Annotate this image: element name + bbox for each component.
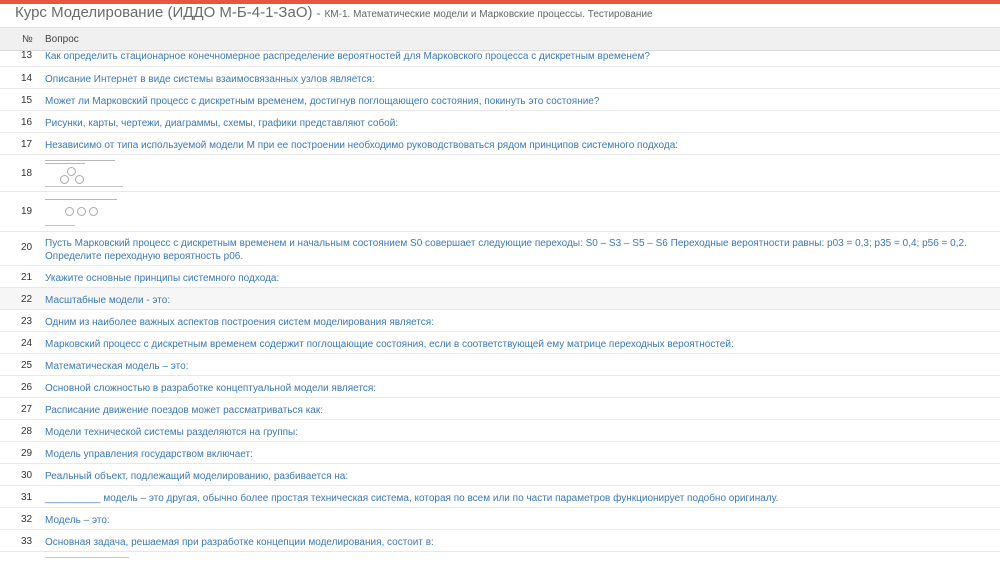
thumbnail-text-line [45,199,117,200]
column-question-header: Вопрос [45,33,79,45]
graph-node-icon [65,207,74,216]
table-row[interactable]: 13 Как определить стационарное конечноме… [0,50,1000,66]
question-link[interactable]: Реальный объект, подлежащий моделировани… [45,470,990,483]
thumbnail-text-line [45,225,75,226]
table-row[interactable]: 31 __________ модель – это другая, обычн… [0,485,1000,507]
table-row[interactable]: 32 Модель – это: [0,507,1000,529]
question-number: 15 [21,95,33,106]
question-number: 23 [21,316,33,327]
question-link[interactable]: Может ли Марковский процесс с дискретным… [45,95,990,108]
table-row[interactable]: 20 Пусть Марковский процесс с дискретным… [0,231,1000,265]
question-link[interactable]: Модель – это: [45,514,990,527]
question-link[interactable]: Математическая модель – это: [45,360,990,373]
question-number: 13 [21,50,33,61]
question-link[interactable]: Модель управления государством включает: [45,448,990,461]
column-number-header: № [22,33,33,45]
table-row-partial [0,551,1000,566]
thumbnail-text-line [45,557,129,558]
question-link[interactable]: Расписание движение поездов может рассма… [45,404,990,417]
question-number: 27 [21,404,33,415]
question-link[interactable]: Пусть Марковский процесс с дискретным вр… [45,237,990,263]
graph-node-icon [77,207,86,216]
question-number: 20 [21,242,33,253]
thumbnail-text-line [45,160,115,161]
question-number: 24 [21,338,33,349]
table-row[interactable]: 30 Реальный объект, подлежащий моделиров… [0,463,1000,485]
table-row[interactable]: 25 Математическая модель – это: [0,353,1000,375]
questions-table: № Вопрос 13 Как определить стационарное … [0,28,1000,558]
table-row[interactable]: 26 Основной сложностью в разработке конц… [0,375,1000,397]
question-number: 31 [21,492,33,503]
table-row[interactable]: 17 Независимо от типа используемой модел… [0,132,1000,154]
table-row[interactable]: 29 Модель управления государством включа… [0,441,1000,463]
table-row[interactable]: 23 Одним из наиболее важных аспектов пос… [0,309,1000,331]
question-image-thumbnail[interactable] [45,157,125,191]
table-row[interactable]: 27 Расписание движение поездов может рас… [0,397,1000,419]
table-row[interactable]: 21 Укажите основные принципы системного … [0,265,1000,287]
question-link[interactable]: Масштабные модели - это: [45,294,990,307]
table-row[interactable]: 15 Может ли Марковский процесс с дискрет… [0,88,1000,110]
title-separator: - [316,6,321,20]
question-number: 25 [21,360,33,371]
question-number: 14 [21,73,33,84]
question-link[interactable]: Укажите основные принципы системного под… [45,272,990,285]
table-row[interactable]: 28 Модели технической системы разделяютс… [0,419,1000,441]
question-link[interactable]: Основной сложностью в разработке концепт… [45,382,990,395]
question-link[interactable]: Модели технической системы разделяются н… [45,426,990,439]
question-number: 29 [21,448,33,459]
test-subtitle: КМ-1. Математические модели и Марковские… [324,9,653,20]
question-link[interactable]: Независимо от типа используемой модели М… [45,139,990,152]
table-row[interactable]: 22 Масштабные модели - это: [0,287,1000,309]
question-number: 16 [21,117,33,128]
question-number: 18 [21,168,33,179]
table-row[interactable]: 19 [0,191,1000,231]
table-row[interactable]: 33 Основная задача, решаемая при разрабо… [0,529,1000,551]
question-link[interactable]: Как определить стационарное конечномерно… [45,50,990,63]
question-number: 26 [21,382,33,393]
question-link[interactable]: Рисунки, карты, чертежи, диаграммы, схем… [45,117,990,130]
question-number: 17 [21,139,33,150]
question-image-thumbnail[interactable] [45,195,125,229]
graph-node-icon [75,175,84,184]
table-row[interactable]: 24 Марковский процесс с дискретным време… [0,331,1000,353]
table-row[interactable]: 18 [0,154,1000,191]
graph-node-icon [60,175,69,184]
graph-node-icon [67,167,76,176]
question-number: 30 [21,470,33,481]
question-number: 22 [21,294,33,305]
question-link[interactable]: __________ модель – это другая, обычно б… [45,492,990,505]
question-number: 19 [21,206,33,217]
question-number: 33 [21,536,33,547]
table-row[interactable]: 16 Рисунки, карты, чертежи, диаграммы, с… [0,110,1000,132]
question-image-thumbnail [45,556,129,560]
question-number: 28 [21,426,33,437]
table-header: № Вопрос [0,28,1000,51]
course-title: Курс Моделирование (ИДДО М-Б-4-1-ЗаО) [15,4,313,21]
question-link[interactable]: Марковский процесс с дискретным временем… [45,338,990,351]
question-number: 32 [21,514,33,525]
table-body: 13 Как определить стационарное конечноме… [0,50,1000,566]
graph-node-icon [89,207,98,216]
question-link[interactable]: Основная задача, решаемая при разработке… [45,536,990,549]
thumbnail-text-line [45,163,85,164]
question-link[interactable]: Описание Интернет в виде системы взаимос… [45,73,990,86]
question-number: 21 [21,272,33,283]
question-link[interactable]: Одним из наиболее важных аспектов постро… [45,316,990,329]
page-header: Курс Моделирование (ИДДО М-Б-4-1-ЗаО) - … [0,4,1000,28]
table-row[interactable]: 14 Описание Интернет в виде системы взаи… [0,66,1000,88]
thumbnail-text-line [45,186,123,187]
